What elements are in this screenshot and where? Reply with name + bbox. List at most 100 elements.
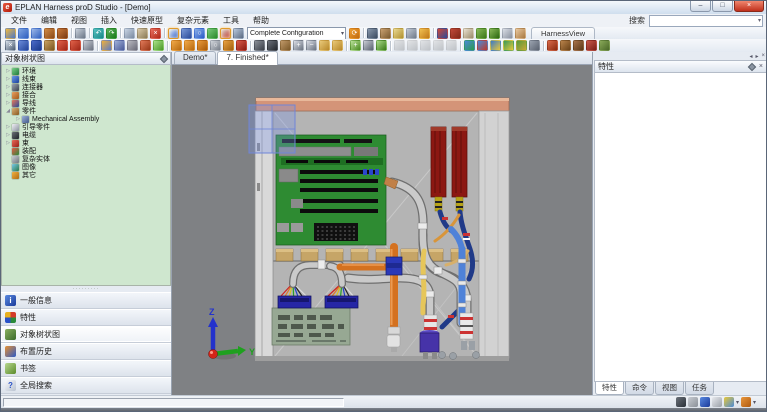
braid-icon[interactable]: [236, 40, 247, 51]
expander-icon[interactable]: ▷: [14, 116, 22, 122]
walk-through-icon[interactable]: [380, 28, 391, 39]
add-person-alt-icon[interactable]: [489, 28, 500, 39]
delete-point-icon[interactable]: ×: [5, 40, 16, 51]
expander-icon[interactable]: ▷: [4, 76, 12, 82]
display-mode-icon[interactable]: [724, 397, 734, 407]
sidebar-button-object-tree[interactable]: 对象树状图: [1, 326, 171, 343]
tree-item-other[interactable]: 其它: [2, 171, 170, 179]
pencil-icon[interactable]: [463, 28, 474, 39]
right-tab-3[interactable]: 任务: [685, 382, 714, 395]
lead-in-icon[interactable]: [319, 40, 330, 51]
sidebar-button-general-info[interactable]: i一般信息: [1, 292, 171, 309]
minimize-button[interactable]: –: [690, 1, 711, 12]
place-drop-icon[interactable]: [207, 28, 218, 39]
document-tab-1[interactable]: 7. Finished*: [217, 51, 277, 65]
menu-item-7[interactable]: 帮助: [246, 14, 276, 27]
align-left-icon[interactable]: [394, 40, 405, 51]
add-point-icon[interactable]: +: [350, 40, 361, 51]
chevron-down-icon[interactable]: ▾: [758, 17, 762, 24]
draw-freehand-icon[interactable]: [83, 40, 94, 51]
expander-icon[interactable]: ▷: [4, 124, 12, 130]
place-connector-icon[interactable]: [101, 40, 112, 51]
draw-arc-icon[interactable]: [57, 40, 68, 51]
workspace-green-icon[interactable]: [599, 40, 610, 51]
menu-item-5[interactable]: 复杂元素: [170, 14, 216, 27]
bundle-branch-icon[interactable]: [184, 40, 195, 51]
select-lasso-icon[interactable]: [181, 28, 192, 39]
view-orientation-icon[interactable]: [741, 397, 751, 407]
open-project-icon[interactable]: [5, 28, 16, 39]
pin-icon[interactable]: [748, 62, 756, 70]
workspace-red-icon[interactable]: [586, 40, 597, 51]
new-bundle-icon[interactable]: [171, 40, 182, 51]
lead-out-icon[interactable]: [332, 40, 343, 51]
chevron-down-icon[interactable]: ▾: [753, 399, 756, 406]
undo-icon[interactable]: ↶: [93, 28, 104, 39]
document-tab-0[interactable]: Demo*: [174, 51, 216, 64]
maximize-button[interactable]: □: [712, 1, 733, 12]
viewport-3d[interactable]: Z Y: [172, 65, 592, 395]
zoom-selection-icon[interactable]: [712, 397, 722, 407]
detach-icon[interactable]: [515, 28, 526, 39]
sidebar-button-workdesk-history[interactable]: 布置历史: [1, 343, 171, 360]
tab-scroll-left-icon[interactable]: ◂: [749, 53, 752, 60]
sidebar-button-global-search[interactable]: ?全局搜索: [1, 377, 171, 394]
draw-polyline-icon[interactable]: [31, 40, 42, 51]
attach-icon[interactable]: [502, 28, 513, 39]
menu-item-3[interactable]: 插入: [94, 14, 124, 27]
export-icon[interactable]: [57, 28, 68, 39]
zoom-previous-icon[interactable]: [688, 397, 698, 407]
tree-item-part[interactable]: ◢零件: [2, 107, 170, 115]
menu-item-1[interactable]: 编辑: [34, 14, 64, 27]
sync-configuration-icon[interactable]: ⟳: [349, 28, 360, 39]
measure-icon[interactable]: [406, 28, 417, 39]
sidebar-button-bookmarks[interactable]: 书签: [1, 360, 171, 377]
tab-close-icon[interactable]: ×: [761, 53, 765, 59]
expander-icon[interactable]: ▷: [4, 84, 12, 90]
table-export-icon[interactable]: [477, 40, 488, 51]
drawing-view-icon[interactable]: [503, 40, 514, 51]
select-arrow-icon[interactable]: [168, 28, 179, 39]
right-tab-0[interactable]: 特性: [595, 382, 624, 395]
workspace-home-icon[interactable]: [547, 40, 558, 51]
edit-pencil-icon[interactable]: [419, 28, 430, 39]
flat-bundle-icon[interactable]: [223, 40, 234, 51]
zoom-in-icon[interactable]: +: [293, 40, 304, 51]
place-part-icon[interactable]: [114, 40, 125, 51]
zoom-out-icon[interactable]: −: [306, 40, 317, 51]
harness-view-button[interactable]: HarnessView: [531, 27, 595, 40]
right-tab-2[interactable]: 视图: [655, 382, 684, 395]
close-button[interactable]: ×: [734, 1, 764, 12]
replace-part-icon[interactable]: [140, 40, 151, 51]
menu-item-0[interactable]: 文件: [4, 14, 34, 27]
nailboard-view-icon[interactable]: [490, 40, 501, 51]
search-input[interactable]: [650, 17, 758, 25]
draw-line-icon[interactable]: [18, 40, 29, 51]
table-view-icon[interactable]: [464, 40, 475, 51]
merge-segment-icon[interactable]: [376, 40, 387, 51]
paste-icon[interactable]: [137, 28, 148, 39]
align-right-icon[interactable]: [420, 40, 431, 51]
annotate-icon[interactable]: [393, 28, 404, 39]
find-icon[interactable]: [367, 28, 378, 39]
zoom-fit-icon[interactable]: [700, 397, 710, 407]
distribute-icon[interactable]: [433, 40, 444, 51]
draw-spline-icon[interactable]: [44, 40, 55, 51]
chevron-down-icon[interactable]: ▾: [736, 399, 739, 406]
expander-icon[interactable]: ▷: [4, 68, 12, 74]
orbit-icon[interactable]: ○: [194, 28, 205, 39]
collision-check-icon[interactable]: [220, 28, 231, 39]
route-cable-icon[interactable]: [267, 40, 278, 51]
copy-icon[interactable]: [124, 28, 135, 39]
group-icon[interactable]: [446, 40, 457, 51]
align-center-icon[interactable]: [407, 40, 418, 51]
pin-icon[interactable]: [160, 54, 168, 62]
menu-item-2[interactable]: 视图: [64, 14, 94, 27]
full-screen-icon[interactable]: [233, 28, 244, 39]
ring-icon[interactable]: ○: [210, 40, 221, 51]
expander-icon[interactable]: ▷: [4, 100, 12, 106]
workspace-cube-2-icon[interactable]: [573, 40, 584, 51]
split-segment-icon[interactable]: [363, 40, 374, 51]
stamp-icon[interactable]: [450, 28, 461, 39]
sidebar-button-properties[interactable]: 特性: [1, 309, 171, 326]
